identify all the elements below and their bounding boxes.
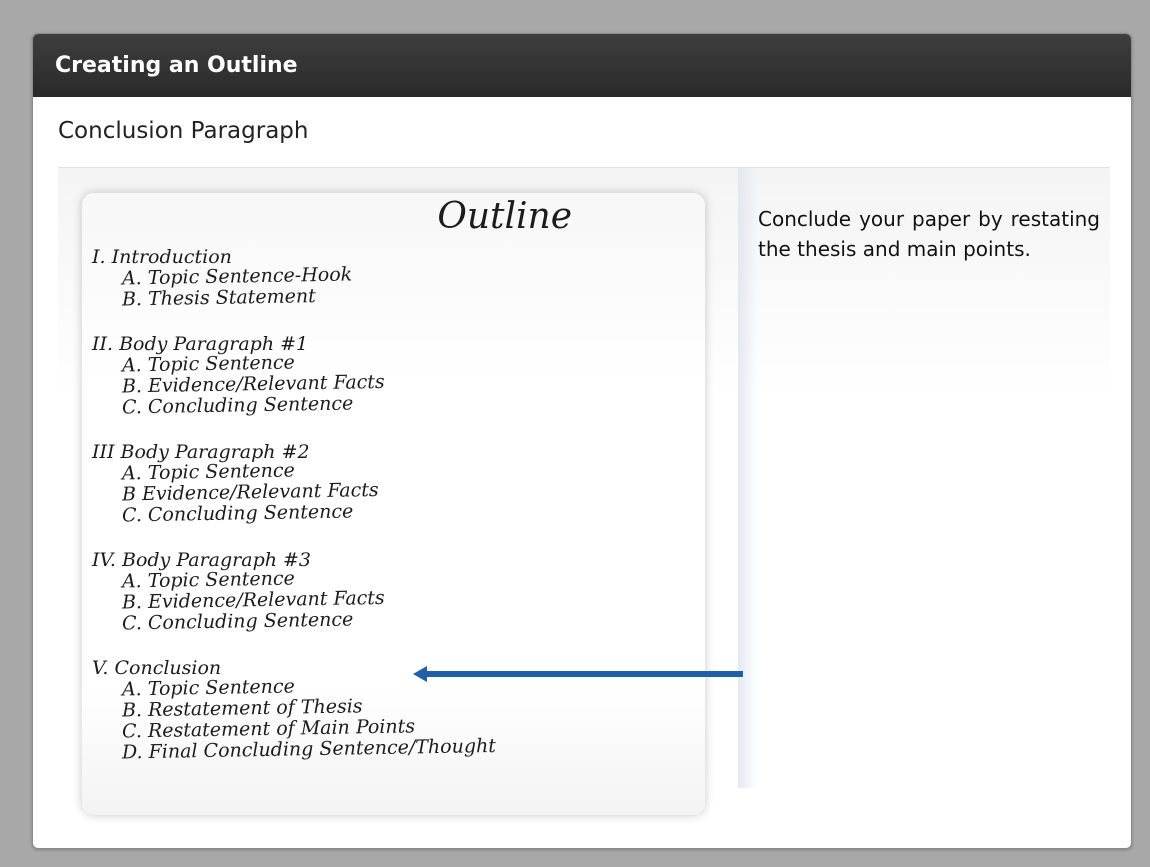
- slide-description: Conclude your paper by restating the the…: [758, 207, 1100, 261]
- left-arrow-icon: [413, 666, 743, 682]
- content-panel: Outline I. Introduction A. Topic Sentence…: [58, 167, 1110, 828]
- window-title: Creating an Outline: [33, 34, 1131, 97]
- slide-subtitle: Conclusion Paragraph: [58, 118, 309, 144]
- outline-section: II. Body Paragraph #1 A. Topic Sentence B.…: [92, 333, 692, 419]
- lesson-window: Creating an Outline Conclusion Paragraph…: [32, 33, 1132, 849]
- outline-title: Outline: [437, 196, 572, 237]
- outline-list: I. Introduction A. Topic Sentence-Hook B. …: [92, 246, 692, 786]
- outline-image: Outline I. Introduction A. Topic Sentence…: [82, 193, 705, 815]
- outline-section: IV. Body Paragraph #3 A. Topic Sentence B.…: [92, 549, 692, 635]
- outline-section: I. Introduction A. Topic Sentence-Hook B. …: [92, 246, 692, 311]
- outline-section: III Body Paragraph #2 A. Topic Sentence B …: [92, 441, 692, 527]
- divider-shade: [738, 168, 758, 788]
